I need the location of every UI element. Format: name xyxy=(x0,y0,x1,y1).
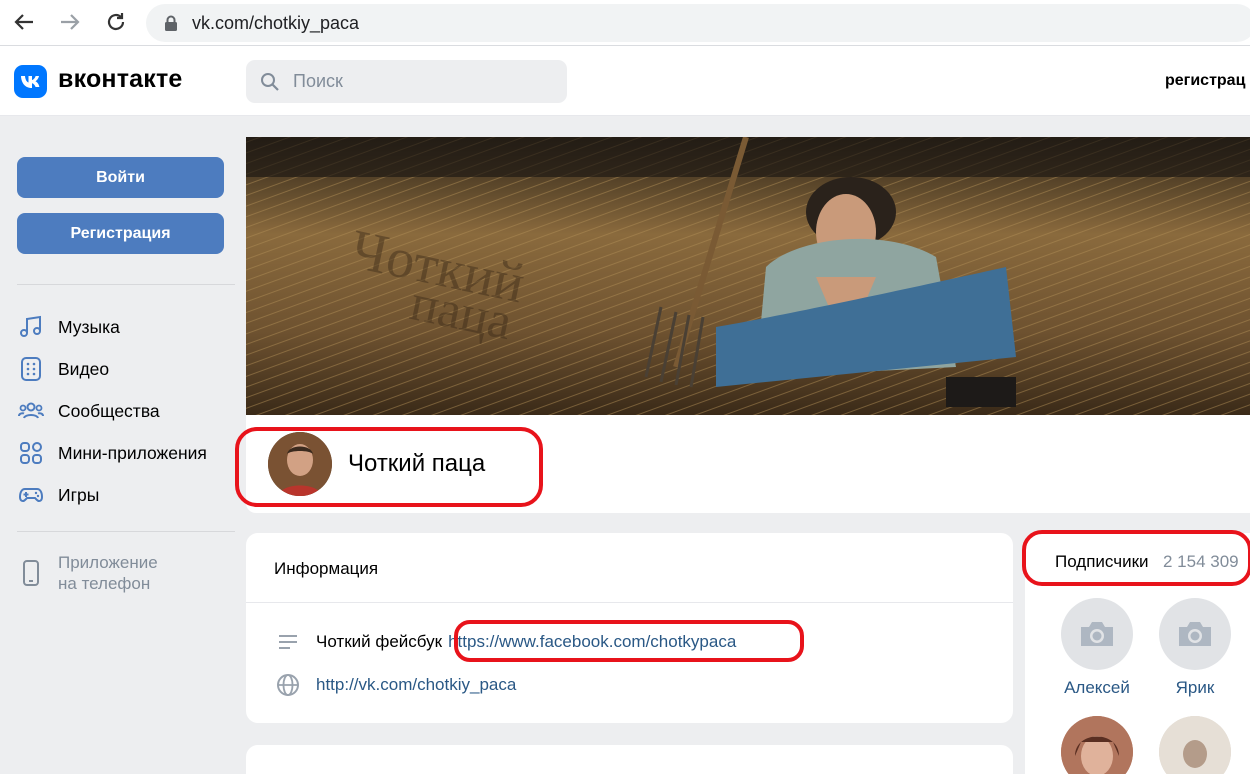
info-title: Информация xyxy=(274,559,379,578)
back-icon[interactable] xyxy=(10,8,38,36)
mini-apps-icon xyxy=(17,439,45,467)
description-label: Чоткий фейсбук xyxy=(316,632,443,651)
music-icon xyxy=(17,313,45,341)
follower-item[interactable]: Ярик xyxy=(1159,598,1231,698)
sidebar-item-label: Мини-приложения xyxy=(58,442,207,463)
sidebar-divider xyxy=(17,531,235,532)
sidebar-item-music[interactable]: Музыка xyxy=(17,312,235,342)
register-link[interactable]: регистрац xyxy=(1165,72,1245,90)
gamepad-icon xyxy=(17,481,45,509)
app-link-line1: Приложение xyxy=(58,553,158,572)
info-site-row: http://vk.com/chotkiy_paca xyxy=(274,671,516,699)
phone-icon xyxy=(17,552,45,594)
site-link[interactable]: http://vk.com/chotkiy_paca xyxy=(316,675,516,695)
url-text: vk.com/chotkiy_paca xyxy=(192,13,360,33)
video-icon xyxy=(17,355,45,383)
sidebar-item-video[interactable]: Видео xyxy=(17,354,235,384)
sidebar-item-label: Музыка xyxy=(58,316,120,337)
site-header: вконтакте Поиск регистрац xyxy=(0,46,1250,116)
follower-avatar xyxy=(1159,716,1231,774)
app-link-line2: на телефон xyxy=(58,574,151,593)
register-button[interactable]: Регистрация xyxy=(17,213,224,254)
followers-count: 2 154 309 xyxy=(1163,552,1239,571)
browser-toolbar: vk.com/chotkiy_paca xyxy=(0,0,1250,46)
follower-item[interactable] xyxy=(1159,716,1231,774)
search-icon xyxy=(260,72,280,97)
address-bar[interactable]: vk.com/chotkiy_paca xyxy=(146,4,1250,42)
mobile-app-link[interactable]: Приложение на телефон xyxy=(17,552,235,594)
camera-icon xyxy=(1159,598,1231,670)
follower-avatar xyxy=(1061,716,1133,774)
globe-icon xyxy=(274,671,302,699)
camera-icon xyxy=(1061,598,1133,670)
info-description-row: Чоткий фейсбук https://www.facebook.com/… xyxy=(274,628,736,656)
profile-name: Чоткий паца xyxy=(348,450,486,477)
follower-name: Ярик xyxy=(1175,678,1215,697)
followers-title[interactable]: Подписчики xyxy=(1055,552,1149,572)
sidebar-divider xyxy=(17,284,235,285)
sidebar-item-label: Игры xyxy=(58,484,100,505)
logo-text[interactable]: вконтакте xyxy=(58,65,183,94)
sidebar-item-communities[interactable]: Сообщества xyxy=(17,396,235,426)
facebook-link[interactable]: https://www.facebook.com/chotkypaca xyxy=(448,632,736,652)
reload-icon[interactable] xyxy=(102,8,130,36)
sidebar-item-label: Сообщества xyxy=(58,400,160,421)
vk-logo-icon[interactable] xyxy=(14,65,47,98)
content-card xyxy=(246,745,1013,774)
info-divider xyxy=(246,602,1013,603)
forward-icon[interactable] xyxy=(56,8,84,36)
search-placeholder: Поиск xyxy=(293,71,343,91)
follower-name: Алексей xyxy=(1064,678,1130,697)
description-icon xyxy=(274,628,302,656)
follower-item[interactable] xyxy=(1061,716,1133,774)
login-button[interactable]: Войти xyxy=(17,157,224,198)
search-input[interactable]: Поиск xyxy=(246,60,567,103)
cover-image: Чоткий паца xyxy=(246,137,1250,415)
sidebar-item-mini-apps[interactable]: Мини-приложения xyxy=(17,438,235,468)
lock-icon xyxy=(164,15,178,36)
sidebar-item-label: Видео xyxy=(58,358,110,379)
profile-avatar[interactable] xyxy=(268,432,332,496)
follower-item[interactable]: Алексей xyxy=(1061,598,1133,698)
sidebar-item-games[interactable]: Игры xyxy=(17,480,235,510)
communities-icon xyxy=(17,397,45,425)
